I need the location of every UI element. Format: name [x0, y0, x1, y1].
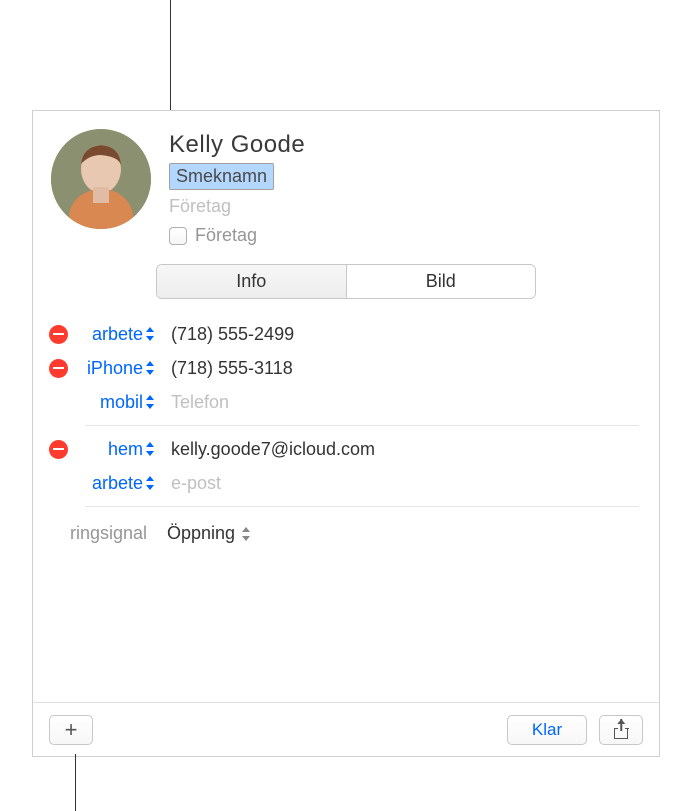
segmented-control: Info Bild [156, 264, 536, 299]
field-label-dropdown[interactable]: arbete [73, 324, 157, 345]
share-icon [614, 721, 628, 739]
field-label: hem [108, 439, 143, 460]
callout-line-bottom [75, 754, 76, 811]
field-label-dropdown[interactable]: mobil [73, 392, 157, 413]
plus-icon: + [65, 717, 78, 743]
stepper-icon [145, 475, 155, 491]
email-row: hem kelly.goode7@icloud.com [47, 432, 639, 466]
remove-button[interactable] [47, 323, 69, 345]
contact-name[interactable]: Kelly Goode [169, 131, 635, 159]
stepper-icon [241, 526, 251, 542]
email-placeholder[interactable]: e-post [161, 473, 639, 494]
stepper-icon [145, 441, 155, 457]
footer-toolbar: + Klar [33, 702, 659, 756]
divider [85, 506, 639, 507]
phone-placeholder[interactable]: Telefon [161, 392, 639, 413]
remove-button[interactable] [47, 438, 69, 460]
done-button[interactable]: Klar [507, 715, 587, 745]
share-button[interactable] [599, 715, 643, 745]
stepper-icon [145, 326, 155, 342]
field-label: mobil [100, 392, 143, 413]
contact-edit-window: Kelly Goode Smeknamn Företag Företag Inf… [32, 110, 660, 757]
company-input[interactable]: Företag [169, 196, 635, 217]
avatar[interactable] [51, 129, 151, 229]
minus-icon [49, 440, 68, 459]
minus-icon [49, 359, 68, 378]
email-value[interactable]: kelly.goode7@icloud.com [161, 439, 639, 460]
phone-row: iPhone (718) 555-3118 [47, 351, 639, 385]
nickname-input[interactable]: Smeknamn [169, 163, 274, 190]
stepper-icon [145, 360, 155, 376]
field-label: arbete [92, 324, 143, 345]
stepper-icon [145, 394, 155, 410]
field-label-dropdown[interactable]: iPhone [73, 358, 157, 379]
fields-area: arbete (718) 555-2499 iPhone (718) 555-3… [33, 317, 659, 554]
field-label-dropdown[interactable]: hem [73, 439, 157, 460]
minus-icon [49, 325, 68, 344]
remove-button-empty [47, 472, 69, 494]
email-row: arbete e-post [47, 466, 639, 500]
field-label: iPhone [87, 358, 143, 379]
phone-value[interactable]: (718) 555-3118 [161, 358, 639, 379]
tab-picture[interactable]: Bild [346, 265, 536, 298]
ringtone-label: ringsignal [47, 523, 157, 544]
remove-button-empty [47, 391, 69, 413]
ringtone-value-text: Öppning [167, 523, 235, 544]
ringtone-dropdown[interactable]: Öppning [157, 523, 251, 544]
company-checkbox-row: Företag [169, 225, 635, 246]
field-label-dropdown[interactable]: arbete [73, 473, 157, 494]
header-area: Kelly Goode Smeknamn Företag Företag [33, 111, 659, 256]
divider [85, 425, 639, 426]
company-checkbox[interactable] [169, 227, 187, 245]
add-button[interactable]: + [49, 715, 93, 745]
name-block: Kelly Goode Smeknamn Företag Företag [169, 129, 635, 246]
phone-value[interactable]: (718) 555-2499 [161, 324, 639, 345]
field-label: arbete [92, 473, 143, 494]
tab-info[interactable]: Info [157, 265, 346, 298]
remove-button[interactable] [47, 357, 69, 379]
company-checkbox-label: Företag [195, 225, 257, 246]
phone-row: arbete (718) 555-2499 [47, 317, 639, 351]
phone-row: mobil Telefon [47, 385, 639, 419]
ringtone-row: ringsignal Öppning [47, 513, 639, 554]
